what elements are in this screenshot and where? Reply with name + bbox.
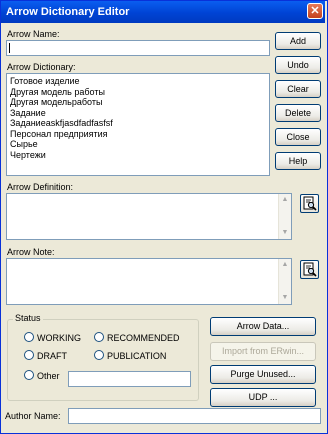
- list-item[interactable]: Чертежи: [10, 150, 266, 161]
- list-item[interactable]: Сырье: [10, 139, 266, 150]
- status-recommended-label[interactable]: RECOMMENDED: [107, 333, 180, 343]
- author-name-input[interactable]: [68, 408, 321, 424]
- note-spellcheck-button[interactable]: [300, 260, 319, 279]
- window-title: Arrow Dictionary Editor: [6, 6, 130, 18]
- status-publication-radio[interactable]: [94, 350, 104, 360]
- close-button[interactable]: Close: [275, 128, 321, 146]
- status-working-radio[interactable]: [24, 332, 34, 342]
- status-publication-label[interactable]: PUBLICATION: [107, 351, 166, 361]
- undo-button[interactable]: Undo: [275, 56, 321, 74]
- definition-scrollbar[interactable]: ▲ ▼: [278, 194, 291, 239]
- status-other-label[interactable]: Other: [37, 371, 60, 381]
- status-draft-radio[interactable]: [24, 350, 34, 360]
- arrow-definition-label: Arrow Definition:: [7, 182, 74, 192]
- list-item[interactable]: Заданиеaskfjasdfadfasfsf: [10, 118, 266, 129]
- list-item[interactable]: Готовое изделие: [10, 76, 266, 87]
- add-button[interactable]: Add: [275, 32, 321, 50]
- arrow-dictionary-list[interactable]: Готовое изделие Другая модель работы Дру…: [6, 73, 270, 176]
- import-from-erwin-button[interactable]: Import from ERwin...: [210, 342, 316, 361]
- status-working-label[interactable]: WORKING: [37, 333, 81, 343]
- arrow-name-input[interactable]: [6, 40, 270, 56]
- scroll-up-icon[interactable]: ▲: [279, 259, 291, 271]
- arrow-note-label: Arrow Note:: [7, 247, 55, 257]
- close-window-button[interactable]: ✕: [307, 3, 323, 19]
- arrow-note-textarea[interactable]: ▲ ▼: [6, 258, 292, 305]
- arrow-name-label: Arrow Name:: [7, 29, 60, 39]
- arrow-dictionary-label: Arrow Dictionary:: [7, 62, 76, 72]
- scroll-down-icon[interactable]: ▼: [279, 292, 291, 304]
- scroll-up-icon[interactable]: ▲: [279, 194, 291, 206]
- close-icon: ✕: [310, 5, 320, 17]
- list-item[interactable]: Другая модельработы: [10, 97, 266, 108]
- list-item[interactable]: Другая модель работы: [10, 87, 266, 98]
- arrow-definition-textarea[interactable]: ▲ ▼: [6, 193, 292, 240]
- definition-spellcheck-button[interactable]: [300, 194, 319, 213]
- author-name-label: Author Name:: [5, 411, 61, 421]
- status-groupbox: [7, 319, 199, 401]
- arrow-data-button[interactable]: Arrow Data...: [210, 317, 316, 336]
- clear-button[interactable]: Clear: [275, 80, 321, 98]
- list-item[interactable]: Персонал предприятия: [10, 129, 266, 140]
- status-recommended-radio[interactable]: [94, 332, 104, 342]
- list-item[interactable]: Задание: [10, 108, 266, 119]
- udp-button[interactable]: UDP ...: [210, 388, 316, 407]
- text-caret: [9, 43, 10, 53]
- status-other-radio[interactable]: [24, 370, 34, 380]
- purge-unused-button[interactable]: Purge Unused...: [210, 365, 316, 384]
- status-draft-label[interactable]: DRAFT: [37, 351, 67, 361]
- note-scrollbar[interactable]: ▲ ▼: [278, 259, 291, 304]
- status-group-label: Status: [13, 313, 43, 323]
- delete-button[interactable]: Delete: [275, 104, 321, 122]
- help-button[interactable]: Help: [275, 152, 321, 170]
- document-magnifier-icon: [303, 196, 317, 211]
- dictionary-items: Готовое изделие Другая модель работы Дру…: [7, 74, 269, 162]
- document-magnifier-icon: [303, 262, 317, 277]
- title-bar: Arrow Dictionary Editor: [1, 1, 325, 23]
- scroll-down-icon[interactable]: ▼: [279, 227, 291, 239]
- status-other-input[interactable]: [68, 371, 191, 387]
